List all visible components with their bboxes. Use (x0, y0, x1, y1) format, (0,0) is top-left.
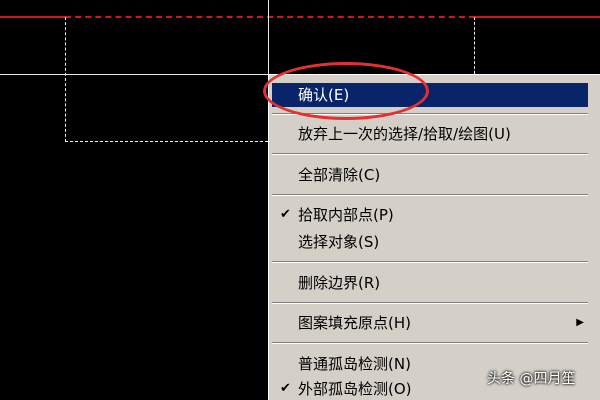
red-solid-line-right (475, 16, 600, 18)
menu-separator (272, 153, 588, 155)
cad-canvas[interactable]: 确认(E) 放弃上一次的选择/拾取/绘图(U) 全部清除(C) ✔ 拾取内部点(… (0, 0, 600, 400)
menu-item-label: 拾取内部点(P) (298, 206, 394, 224)
menu-item-clear-all[interactable]: 全部清除(C) (272, 163, 588, 187)
menu-separator (272, 302, 588, 304)
menu-item-hatch-origin[interactable]: 图案填充原点(H) ▶ (272, 311, 588, 335)
menu-item-label: 删除边界(R) (298, 274, 381, 292)
red-dashed-line (65, 16, 475, 18)
menu-separator (272, 261, 588, 263)
menu-item-label: 全部清除(C) (298, 166, 381, 184)
menu-item-label: 普通孤岛检测(N) (298, 355, 411, 373)
menu-item-label: 图案填充原点(H) (298, 314, 411, 332)
crosshair-vertical (268, 0, 269, 74)
checkmark-icon: ✔ (280, 207, 291, 222)
red-solid-line (0, 16, 65, 18)
highlight-ellipse (263, 62, 429, 120)
menu-separator (272, 194, 588, 196)
menu-item-pick-internal-point[interactable]: ✔ 拾取内部点(P) (272, 203, 588, 227)
menu-item-label: 选择对象(S) (298, 233, 380, 251)
crosshair-horizontal (0, 74, 268, 75)
menu-separator (272, 342, 588, 344)
white-dashed-boundary-bottom (65, 141, 268, 142)
menu-item-select-objects[interactable]: 选择对象(S) (272, 230, 588, 254)
menu-item-undo[interactable]: 放弃上一次的选择/拾取/绘图(U) (272, 122, 588, 146)
checkmark-icon: ✔ (280, 381, 291, 396)
context-menu: 确认(E) 放弃上一次的选择/拾取/绘图(U) 全部清除(C) ✔ 拾取内部点(… (268, 74, 600, 400)
menu-item-remove-boundary[interactable]: 删除边界(R) (272, 271, 588, 295)
watermark: 头条 @四月笙 (487, 371, 576, 387)
white-dashed-boundary-left (65, 17, 66, 142)
menu-item-label: 外部孤岛检测(O) (298, 380, 412, 398)
menu-item-label: 放弃上一次的选择/拾取/绘图(U) (298, 125, 511, 143)
triangle-right-icon: ▶ (576, 317, 584, 328)
white-dashed-boundary-right (474, 17, 475, 74)
